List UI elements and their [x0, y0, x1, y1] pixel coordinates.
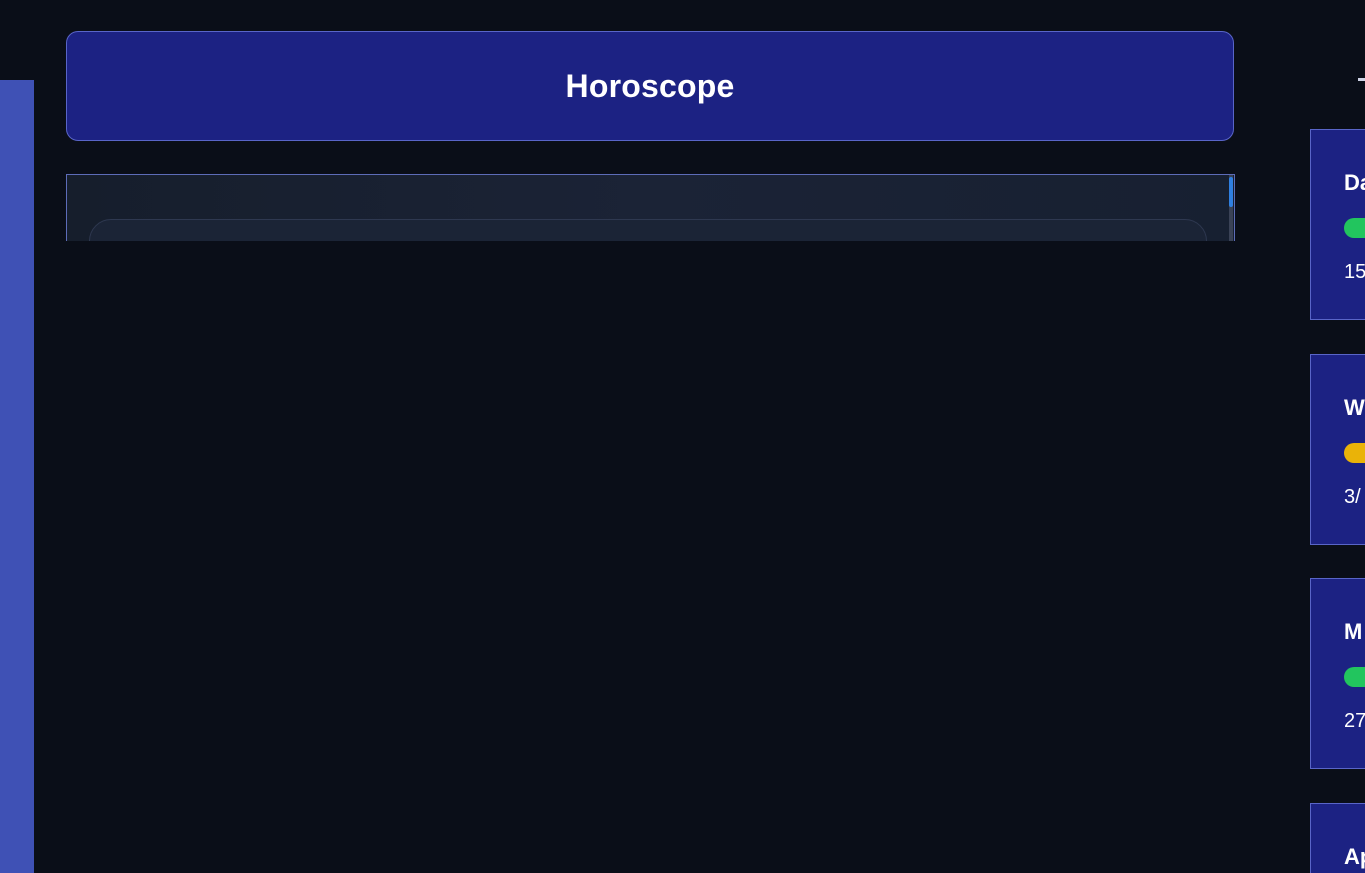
side-card-title: Da	[1344, 170, 1365, 195]
corner-mark	[1358, 78, 1365, 81]
side-card-daily[interactable]: Da 15	[1310, 129, 1365, 320]
side-card-weekly[interactable]: W 3/	[1310, 354, 1365, 545]
side-card-value: 27	[1344, 710, 1365, 732]
side-card-value: 3/	[1344, 486, 1361, 508]
status-pill	[1344, 667, 1365, 687]
panel-scrollbar-thumb[interactable]	[1229, 177, 1233, 207]
side-card-title: M	[1344, 619, 1363, 644]
side-card-value: 15	[1344, 261, 1365, 283]
content-panel[interactable]	[66, 174, 1235, 241]
left-sidebar-rail	[0, 80, 34, 873]
side-card-title: Ap	[1344, 844, 1365, 869]
side-card-title: W	[1344, 395, 1365, 420]
status-pill	[1344, 443, 1365, 463]
side-card-monthly[interactable]: M 27	[1310, 578, 1365, 769]
side-card-fourth[interactable]: Ap	[1310, 803, 1365, 873]
page-title: Horoscope	[565, 67, 735, 104]
header-card: Horoscope	[66, 31, 1234, 141]
status-pill	[1344, 218, 1365, 238]
content-inner-card	[89, 219, 1207, 241]
